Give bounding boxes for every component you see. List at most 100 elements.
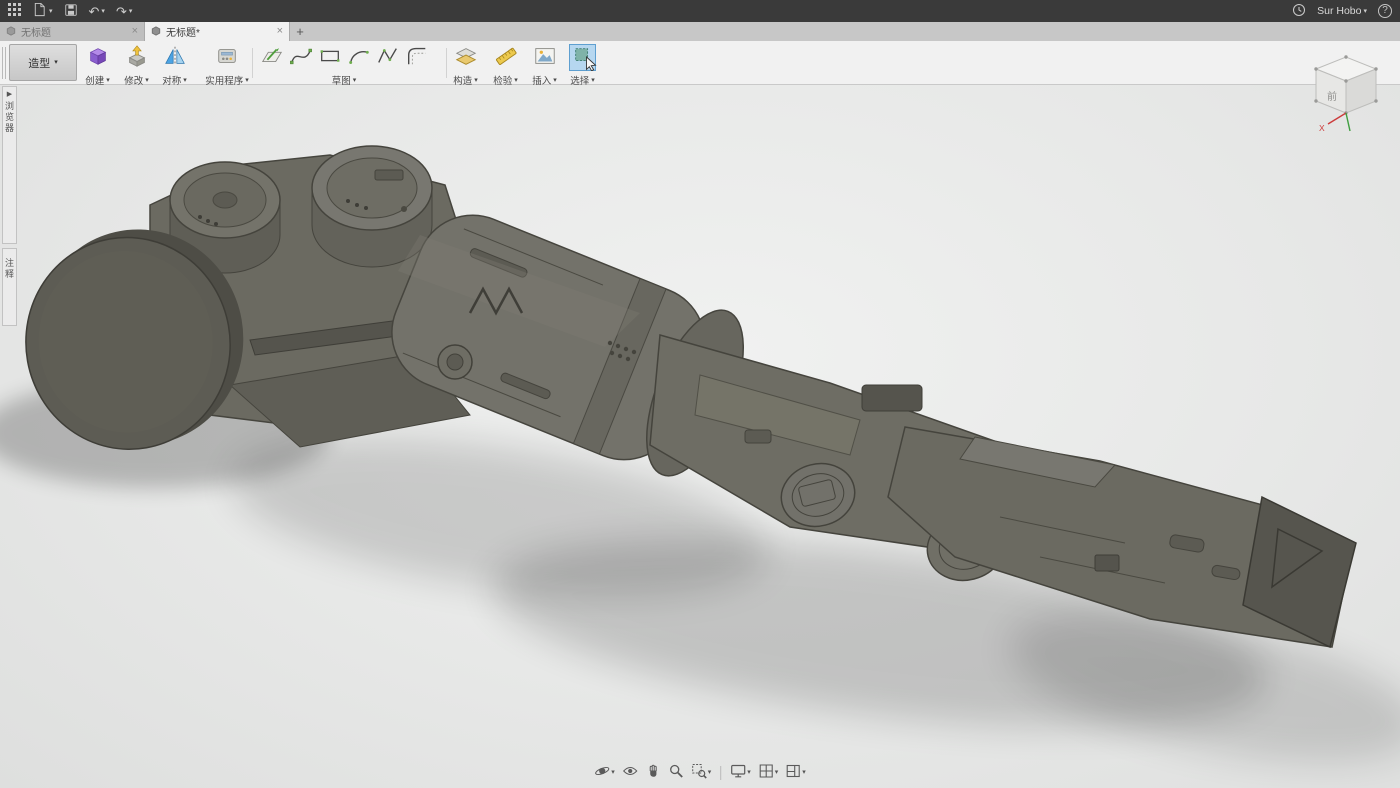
dropdown-caret: ▾ bbox=[611, 769, 615, 776]
group-label: 草图 bbox=[332, 73, 351, 87]
dropdown-caret: ▾ bbox=[129, 8, 133, 15]
arc-tool-button[interactable] bbox=[345, 44, 372, 71]
toolbar-grip[interactable] bbox=[2, 47, 6, 79]
titlebar-left: ▾ ↶ ▾ ↷ ▾ bbox=[8, 0, 132, 22]
group-label: 插入 bbox=[532, 73, 551, 87]
workspace-selector[interactable]: 造型 ▾ bbox=[9, 44, 77, 81]
create-sketch-button[interactable] bbox=[258, 44, 285, 71]
titlebar-right: Sur Hobo ▾ ? bbox=[1292, 0, 1392, 22]
insert-dropdown[interactable]: 插入 ▾ bbox=[532, 73, 557, 87]
modify-tool-button[interactable] bbox=[123, 44, 150, 71]
group-label: 对称 bbox=[162, 73, 181, 87]
modify-dropdown[interactable]: 修改 ▾ bbox=[124, 73, 149, 87]
symmetry-dropdown[interactable]: 对称 ▾ bbox=[162, 73, 187, 87]
display-settings-button[interactable]: ▾ bbox=[728, 762, 753, 783]
comments-panel-collapsed[interactable]: 注释 bbox=[2, 248, 17, 326]
utilities-dropdown[interactable]: 实用程序 ▾ bbox=[205, 73, 249, 87]
viewcube[interactable]: 前 X bbox=[1300, 46, 1392, 138]
construction-plane-icon bbox=[454, 44, 478, 71]
dropdown-caret: ▾ bbox=[145, 77, 149, 84]
pan-button[interactable] bbox=[643, 762, 663, 783]
document-tab-1[interactable]: 无标题 × bbox=[0, 22, 145, 41]
orbit-icon bbox=[594, 763, 610, 782]
notifications-button[interactable] bbox=[1292, 0, 1306, 22]
construct-tool-button[interactable] bbox=[452, 44, 479, 71]
viewcube-graphic: 前 X bbox=[1300, 46, 1392, 138]
dropdown-caret: ▾ bbox=[474, 77, 478, 84]
dropdown-caret: ▾ bbox=[1363, 8, 1367, 15]
app-grid-button[interactable] bbox=[8, 0, 21, 22]
zoom-window-button[interactable]: ▾ bbox=[689, 762, 714, 783]
document-tabbar: 无标题 × 无标题* × + bbox=[0, 22, 1400, 41]
polyline-tool-button[interactable] bbox=[374, 44, 401, 71]
toolbar-group-construct: 构造 ▾ bbox=[452, 44, 479, 87]
tab-close-button[interactable]: × bbox=[277, 26, 283, 37]
redo-button[interactable]: ↷ ▾ bbox=[116, 0, 132, 22]
tab-close-button[interactable]: × bbox=[132, 26, 138, 37]
select-tool-button[interactable] bbox=[569, 44, 596, 71]
spline-tool-button[interactable] bbox=[287, 44, 314, 71]
ribbon-toolbar: 造型 ▾ 创建 ▾ bbox=[0, 41, 1400, 85]
toolbar-separator bbox=[252, 48, 253, 78]
fillet-tool-button[interactable] bbox=[403, 44, 430, 71]
toolbar-group-create: 创建 ▾ bbox=[84, 44, 111, 87]
toolbar-group-insert: 插入 ▾ bbox=[531, 44, 558, 87]
clock-icon bbox=[1292, 3, 1306, 20]
sketch-dropdown[interactable]: 草图 ▾ bbox=[332, 73, 357, 87]
model-canvas[interactable]: ▾ ▾ bbox=[0, 85, 1400, 788]
navbar-separator bbox=[720, 766, 721, 780]
look-at-icon bbox=[622, 763, 638, 782]
construct-dropdown[interactable]: 构造 ▾ bbox=[453, 73, 478, 87]
toolbar-group-inspect: 检验 ▾ bbox=[492, 44, 519, 87]
viewports-button[interactable]: ▾ bbox=[783, 762, 808, 783]
toolbar-separator bbox=[446, 48, 447, 78]
dropdown-caret: ▾ bbox=[591, 77, 595, 84]
magnifier-icon bbox=[668, 763, 684, 782]
utilities-tool-button[interactable] bbox=[214, 44, 241, 71]
grid-snaps-button[interactable]: ▾ bbox=[756, 762, 781, 783]
look-at-button[interactable] bbox=[620, 762, 640, 783]
viewcube-x-axis-label: X bbox=[1319, 123, 1325, 133]
rectangle-icon bbox=[318, 44, 342, 71]
dropdown-caret: ▾ bbox=[514, 77, 518, 84]
mirror-icon bbox=[163, 44, 187, 71]
file-icon bbox=[32, 2, 47, 20]
viewcube-front-face-label[interactable]: 前 bbox=[1327, 90, 1337, 103]
spline-icon bbox=[289, 44, 313, 71]
tab-title: 无标题* bbox=[166, 24, 272, 39]
browser-panel-collapsed[interactable]: ▶ 浏览器 bbox=[2, 86, 17, 244]
help-button[interactable]: ? bbox=[1378, 4, 1392, 18]
new-document-tab-button[interactable]: + bbox=[290, 22, 310, 41]
orbit-button[interactable]: ▾ bbox=[592, 762, 617, 783]
create-tool-button[interactable] bbox=[84, 44, 111, 71]
insert-canvas-icon bbox=[533, 44, 557, 71]
mouse-cursor-icon bbox=[585, 56, 598, 74]
user-account-button[interactable]: Sur Hobo ▾ bbox=[1317, 0, 1367, 22]
sketch-pad-icon bbox=[260, 44, 284, 71]
comments-panel-label: 注释 bbox=[3, 258, 16, 280]
dropdown-caret: ▾ bbox=[802, 769, 806, 776]
inspect-tool-button[interactable] bbox=[492, 44, 519, 71]
tab-title: 无标题 bbox=[21, 24, 127, 39]
dropdown-caret: ▾ bbox=[775, 769, 779, 776]
navigation-bar: ▾ ▾ bbox=[592, 762, 808, 783]
toolbar-group-sketch: 草图 ▾ bbox=[258, 44, 430, 87]
dropdown-caret: ▾ bbox=[353, 77, 357, 84]
file-menu-button[interactable]: ▾ bbox=[32, 0, 53, 22]
inspect-dropdown[interactable]: 检验 ▾ bbox=[493, 73, 518, 87]
undo-button[interactable]: ↶ ▾ bbox=[89, 0, 105, 22]
save-button[interactable] bbox=[64, 0, 78, 22]
create-dropdown[interactable]: 创建 ▾ bbox=[85, 73, 110, 87]
utilities-icon bbox=[215, 44, 239, 71]
insert-tool-button[interactable] bbox=[531, 44, 558, 71]
dropdown-caret: ▾ bbox=[747, 769, 751, 776]
fusion-window: ▾ ↶ ▾ ↷ ▾ Sur Hobo bbox=[0, 0, 1400, 788]
symmetry-tool-button[interactable] bbox=[161, 44, 188, 71]
zoom-button[interactable] bbox=[666, 762, 686, 783]
zoom-window-icon bbox=[691, 763, 707, 782]
dropdown-caret: ▾ bbox=[101, 8, 105, 15]
select-dropdown[interactable]: 选择 ▾ bbox=[570, 73, 595, 87]
document-tab-2[interactable]: 无标题* × bbox=[145, 22, 290, 41]
display-settings-icon bbox=[730, 763, 746, 782]
rectangle-tool-button[interactable] bbox=[316, 44, 343, 71]
